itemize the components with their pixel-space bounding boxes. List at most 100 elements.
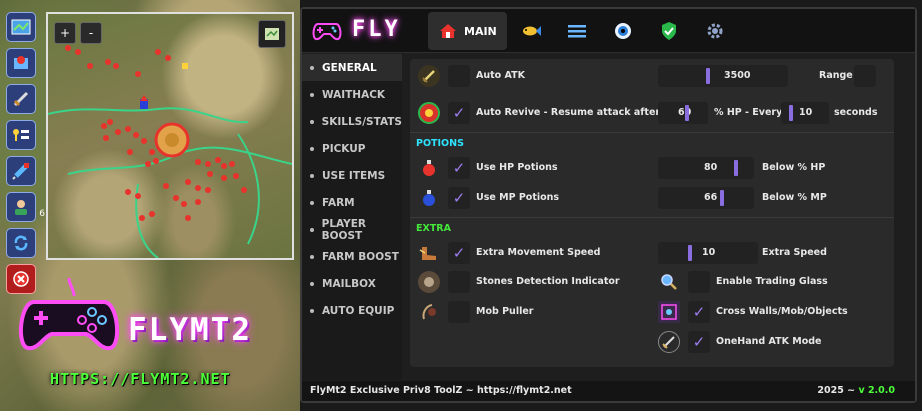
- cross-walls-label: Cross Walls/Mob/Objects: [716, 306, 848, 317]
- extra-speed-label: Extra Movement Speed: [476, 247, 601, 258]
- slider-thumb[interactable]: [789, 105, 793, 121]
- sidebar-item-label: USE ITEMS: [322, 169, 386, 182]
- bullet-icon: [310, 227, 314, 232]
- logo-title: FLYMT2: [128, 312, 252, 348]
- shield-check-icon: [659, 21, 679, 41]
- slider-thumb[interactable]: [706, 68, 710, 84]
- sidebar-item-general[interactable]: GENERAL: [302, 54, 402, 81]
- tab-list[interactable]: [559, 12, 599, 50]
- mob-puller-checkbox[interactable]: [448, 301, 470, 323]
- sidebar-item-use-items[interactable]: USE ITEMS: [302, 162, 402, 189]
- slider-thumb[interactable]: [734, 160, 738, 176]
- cross-walls-icon: [658, 301, 680, 323]
- sidebar-item-label: FARM: [322, 196, 355, 209]
- magnifier-icon: [658, 271, 680, 293]
- player-counter: 6: [39, 209, 45, 219]
- footer-version: 2025 ~ v 2.0.0: [817, 385, 895, 396]
- hp-potion-icon: [418, 157, 440, 179]
- auto-atk-checkbox[interactable]: [448, 65, 470, 87]
- bullet-icon: [310, 146, 314, 151]
- refresh-icon[interactable]: [6, 228, 36, 258]
- mob-puller-icon: [418, 301, 440, 323]
- sidebar-item-label: PLAYER BOOST: [321, 217, 366, 242]
- mp-potions-checkbox[interactable]: ✓: [448, 187, 470, 209]
- sidebar-item-pickup[interactable]: PICKUP: [302, 135, 402, 162]
- sidebar-item-label: SKILLS/STATS: [321, 115, 402, 128]
- auto-atk-row: Auto ATK 3500 Range: [410, 65, 894, 89]
- extra-title: EXTRA: [416, 223, 451, 234]
- tab-visuals[interactable]: [605, 12, 645, 50]
- onehand-sword-icon: [658, 331, 680, 353]
- footer-credits: FlyMt2 Exclusive Priv8 ToolZ ~ https://f…: [310, 385, 572, 396]
- extra-speed-slider[interactable]: 10: [658, 242, 758, 264]
- sidebar-item-mailbox[interactable]: MAILBOX: [302, 270, 402, 297]
- bullet-icon: [310, 281, 314, 286]
- revive-seconds-slider[interactable]: 10: [781, 102, 829, 124]
- auto-atk-extra-box[interactable]: [854, 65, 876, 87]
- bullet-icon: [310, 173, 314, 178]
- hp-potions-slider[interactable]: 80: [658, 157, 754, 179]
- tab-main-label: MAIN: [464, 24, 497, 38]
- sidebar-item-skills-stats[interactable]: SKILLS/STATS: [302, 108, 402, 135]
- sidebar-item-label: MAILBOX: [322, 277, 376, 290]
- sidebar-item-farm[interactable]: FARM: [302, 189, 402, 216]
- sidebar-item-label: GENERAL: [322, 61, 377, 74]
- world-map-icon[interactable]: [6, 12, 36, 42]
- minimap[interactable]: + -: [46, 12, 294, 260]
- tab-protection[interactable]: [651, 12, 691, 50]
- tab-settings[interactable]: [697, 12, 737, 50]
- cheat-panel: FLY MAIN GENERAL WAITHACK SKILLS/STATS P…: [300, 7, 917, 403]
- sword-icon[interactable]: [6, 84, 36, 114]
- sidebar-item-label: FARM BOOST: [322, 250, 399, 263]
- mp-potions-value: 66: [704, 192, 718, 203]
- gamepad-icon: [312, 23, 342, 41]
- onehand-label: OneHand ATK Mode: [716, 336, 822, 347]
- panel-footer: FlyMt2 Exclusive Priv8 ToolZ ~ https://f…: [302, 381, 915, 401]
- onehand-row: ✓ OneHand ATK Mode: [410, 331, 894, 355]
- auto-atk-unit: Range: [819, 70, 853, 81]
- extra-speed-checkbox[interactable]: ✓: [448, 242, 470, 264]
- tab-fishing[interactable]: [513, 12, 553, 50]
- stones-label: Stones Detection Indicator: [476, 276, 620, 287]
- potions-title: POTIONS: [416, 138, 464, 149]
- tab-main[interactable]: MAIN: [428, 12, 507, 50]
- mp-potions-row: ✓ Use MP Potions 66 Below % MP: [410, 187, 894, 211]
- slider-thumb[interactable]: [720, 190, 724, 206]
- extra-speed-value: 10: [702, 247, 716, 258]
- divider: [410, 132, 894, 133]
- auto-revive-checkbox[interactable]: ✓: [448, 102, 470, 124]
- version-label: v 2.0.0: [858, 385, 895, 396]
- trading-glass-checkbox[interactable]: [688, 271, 710, 293]
- cross-walls-checkbox[interactable]: ✓: [688, 301, 710, 323]
- auto-atk-range-slider[interactable]: 3500: [658, 65, 788, 87]
- game-window: 6 + - FLYMT2 HTTPS://FLYMT2.NET FLY MAIN…: [0, 0, 922, 411]
- slider-thumb[interactable]: [688, 245, 692, 261]
- map-marker-icon[interactable]: [6, 48, 36, 78]
- gamepad-icon: [18, 277, 120, 351]
- hp-potions-checkbox[interactable]: ✓: [448, 157, 470, 179]
- trading-glass-label: Enable Trading Glass: [716, 276, 828, 287]
- bullet-icon: [310, 308, 314, 313]
- sidebar-item-waithack[interactable]: WAITHACK: [302, 81, 402, 108]
- panel-header: FLY MAIN: [302, 9, 915, 53]
- tab-bar: MAIN: [428, 12, 737, 50]
- revive-icon: [418, 102, 440, 124]
- sidebar-item-farm-boost[interactable]: FARM BOOST: [302, 243, 402, 270]
- auto-atk-value: 3500: [724, 70, 751, 81]
- revive-hp-slider[interactable]: 60: [658, 102, 708, 124]
- onehand-checkbox[interactable]: ✓: [688, 331, 710, 353]
- stones-checkbox[interactable]: [448, 271, 470, 293]
- logo-url[interactable]: HTTPS://FLYMT2.NET: [50, 370, 231, 388]
- footer-year: 2025 ~: [817, 385, 856, 396]
- key-list-icon[interactable]: [6, 120, 36, 150]
- slider-thumb[interactable]: [685, 105, 689, 121]
- player-icon[interactable]: 6: [6, 192, 45, 222]
- syringe-icon[interactable]: [6, 156, 36, 186]
- hp-potions-label: Use HP Potions: [476, 162, 558, 173]
- sidebar-item-player-boost[interactable]: PLAYER BOOST: [302, 216, 402, 243]
- auto-revive-label: Auto Revive - Resume attack after: [476, 107, 661, 118]
- divider: [410, 217, 894, 218]
- sidebar-item-auto-equip[interactable]: AUTO EQUIP: [302, 297, 402, 324]
- mp-potions-slider[interactable]: 66: [658, 187, 754, 209]
- mp-potions-label: Use MP Potions: [476, 192, 560, 203]
